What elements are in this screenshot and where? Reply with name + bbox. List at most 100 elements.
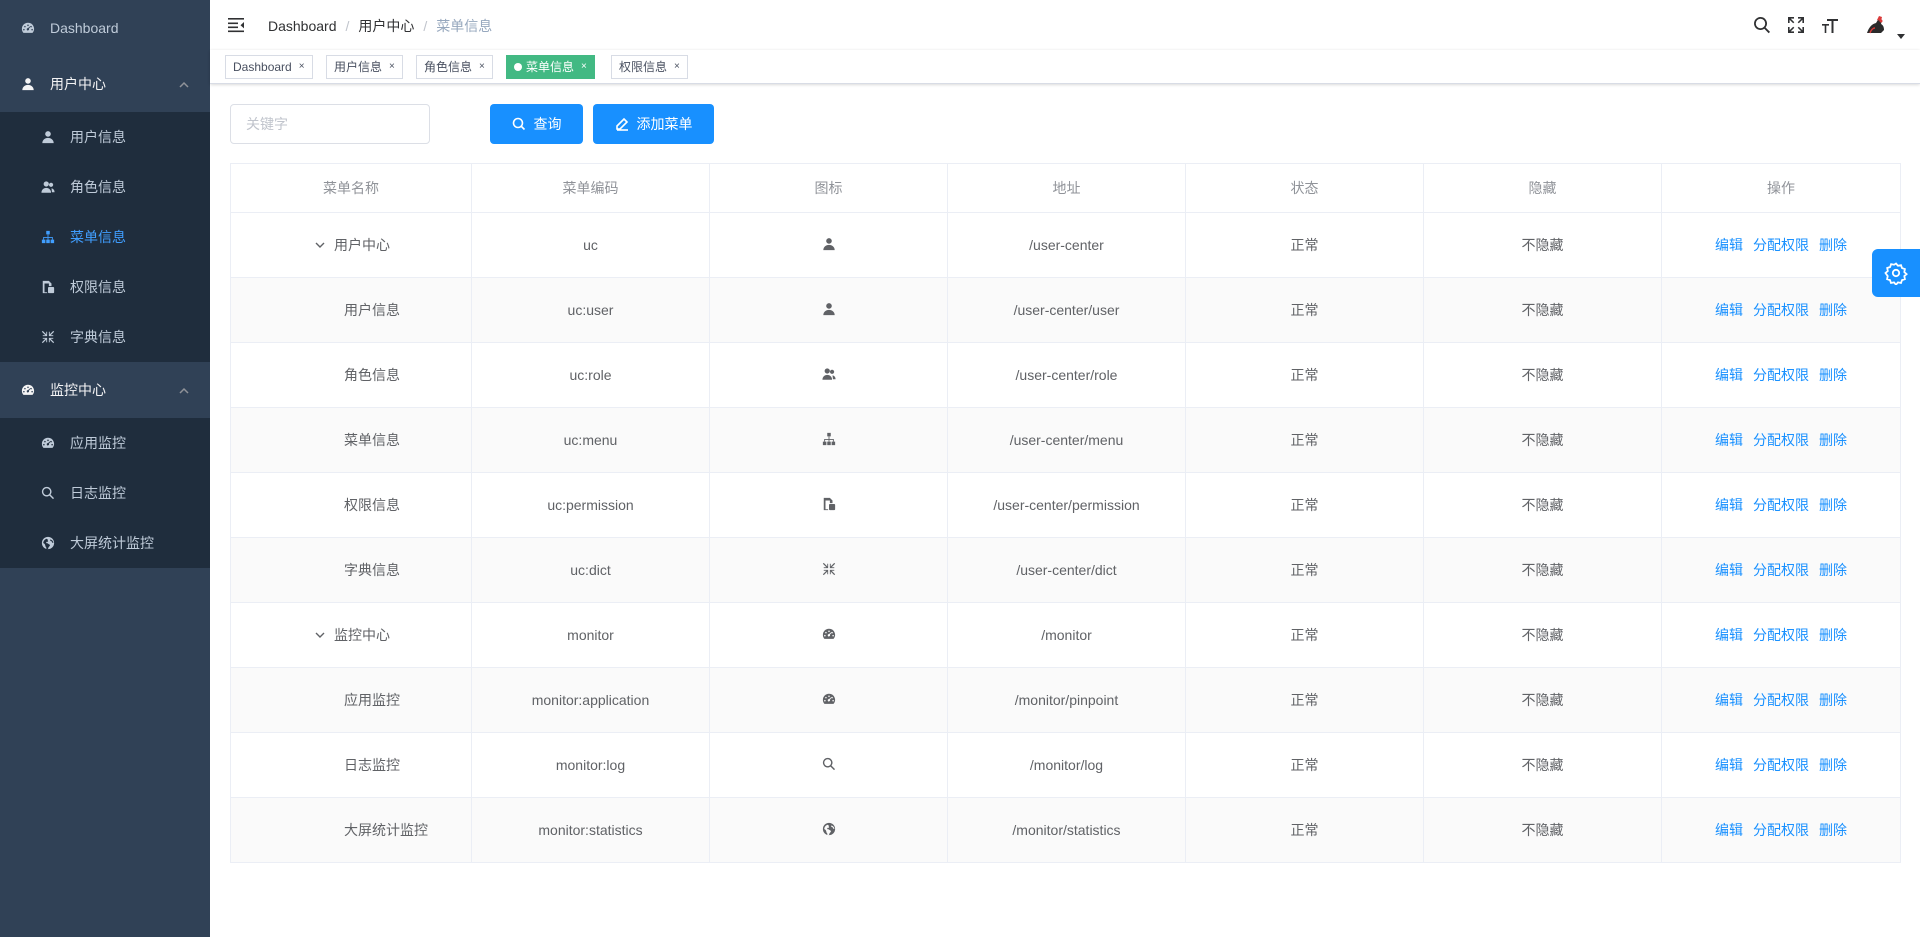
sidebar-item-permission-info[interactable]: 权限信息 xyxy=(0,262,210,312)
edit-link[interactable]: 编辑 xyxy=(1715,237,1743,253)
permission-icon xyxy=(40,279,56,295)
sidebar-item-dashboard[interactable]: Dashboard xyxy=(0,0,210,56)
menu-status-cell: 正常 xyxy=(1185,602,1424,668)
assign-permission-link[interactable]: 分配权限 xyxy=(1753,757,1809,773)
navbar: Dashboard / 用户中心 / 菜单信息 xyxy=(210,0,1920,50)
settings-button[interactable] xyxy=(1872,249,1920,297)
edit-link[interactable]: 编辑 xyxy=(1715,692,1743,708)
menu-status-cell: 正常 xyxy=(1185,407,1424,473)
assign-permission-link[interactable]: 分配权限 xyxy=(1753,497,1809,513)
sidebar-item-label: 菜单信息 xyxy=(70,229,126,245)
assign-permission-link[interactable]: 分配权限 xyxy=(1753,627,1809,643)
font-size-icon[interactable] xyxy=(1820,15,1840,35)
menu-icon-cell xyxy=(709,277,948,343)
edit-link[interactable]: 编辑 xyxy=(1715,562,1743,578)
sidebar-item-menu-info[interactable]: 菜单信息 xyxy=(0,212,210,262)
menu-name: 应用监控 xyxy=(344,692,400,708)
query-button[interactable]: 查询 xyxy=(490,104,583,144)
chevron-down-icon[interactable] xyxy=(314,629,326,641)
menu-hidden-cell: 不隐藏 xyxy=(1423,797,1662,863)
delete-link[interactable]: 删除 xyxy=(1819,302,1847,318)
menu-status-cell: 正常 xyxy=(1185,797,1424,863)
dashboard-icon xyxy=(822,693,836,709)
menu-path-cell: /monitor/statistics xyxy=(947,797,1186,863)
assign-permission-link[interactable]: 分配权限 xyxy=(1753,692,1809,708)
avatar[interactable] xyxy=(1860,10,1890,40)
breadcrumb-separator: / xyxy=(423,18,428,34)
delete-link[interactable]: 删除 xyxy=(1819,432,1847,448)
table-header-row: 菜单名称 菜单编码 图标 地址 状态 隐藏 操作 xyxy=(230,163,1901,213)
menu-status-cell: 正常 xyxy=(1185,212,1424,278)
breadcrumb-item-user-center[interactable]: 用户中心 xyxy=(358,16,414,36)
menu-icon-cell xyxy=(709,212,948,278)
dashboard-icon xyxy=(822,628,836,644)
close-icon[interactable]: × xyxy=(581,56,587,78)
assign-permission-link[interactable]: 分配权限 xyxy=(1753,562,1809,578)
actions-cell: 编辑 分配权限 删除 xyxy=(1661,212,1901,278)
close-icon[interactable]: × xyxy=(299,56,305,78)
edit-link[interactable]: 编辑 xyxy=(1715,822,1743,838)
submenu-label: 用户中心 xyxy=(50,76,106,92)
sidebar-item-user-info[interactable]: 用户信息 xyxy=(0,112,210,162)
fullscreen-icon[interactable] xyxy=(1786,15,1806,35)
submenu-monitor-center[interactable]: 监控中心 xyxy=(0,362,210,418)
tag-label: 用户信息 xyxy=(334,60,383,74)
menu-path-cell: /monitor xyxy=(947,602,1186,668)
actions-cell: 编辑 分配权限 删除 xyxy=(1661,472,1901,538)
delete-link[interactable]: 删除 xyxy=(1819,367,1847,383)
actions-cell: 编辑 分配权限 删除 xyxy=(1661,667,1901,733)
edit-link[interactable]: 编辑 xyxy=(1715,367,1743,383)
tree-icon xyxy=(822,432,836,449)
edit-link[interactable]: 编辑 xyxy=(1715,627,1743,643)
close-icon[interactable]: × xyxy=(389,56,395,78)
hamburger-icon[interactable] xyxy=(227,16,245,34)
assign-permission-link[interactable]: 分配权限 xyxy=(1753,367,1809,383)
sidebar-item-role-info[interactable]: 角色信息 xyxy=(0,162,210,212)
keyword-input[interactable] xyxy=(230,104,430,144)
edit-link[interactable]: 编辑 xyxy=(1715,432,1743,448)
edit-link[interactable]: 编辑 xyxy=(1715,757,1743,773)
assign-permission-link[interactable]: 分配权限 xyxy=(1753,302,1809,318)
delete-link[interactable]: 删除 xyxy=(1819,562,1847,578)
delete-link[interactable]: 删除 xyxy=(1819,692,1847,708)
tag-dashboard[interactable]: Dashboard × xyxy=(225,55,313,79)
sidebar-item-app-monitor[interactable]: 应用监控 xyxy=(0,418,210,468)
close-icon[interactable]: × xyxy=(479,56,485,78)
tag-user-info[interactable]: 用户信息 × xyxy=(326,55,403,79)
chevron-down-icon[interactable] xyxy=(314,239,326,251)
delete-link[interactable]: 删除 xyxy=(1819,497,1847,513)
edit-link[interactable]: 编辑 xyxy=(1715,497,1743,513)
delete-link[interactable]: 删除 xyxy=(1819,627,1847,643)
menu-name-cell: 用户中心 xyxy=(230,212,472,278)
tag-permission-info[interactable]: 权限信息 × xyxy=(611,55,688,79)
tag-menu-info[interactable]: 菜单信息 × xyxy=(506,55,595,79)
caret-down-icon[interactable] xyxy=(1896,28,1906,39)
assign-permission-link[interactable]: 分配权限 xyxy=(1753,822,1809,838)
delete-link[interactable]: 删除 xyxy=(1819,822,1847,838)
assign-permission-link[interactable]: 分配权限 xyxy=(1753,237,1809,253)
add-menu-button[interactable]: 添加菜单 xyxy=(593,104,714,144)
tag-role-info[interactable]: 角色信息 × xyxy=(416,55,493,79)
user-icon xyxy=(20,76,36,92)
delete-link[interactable]: 删除 xyxy=(1819,237,1847,253)
sidebar-item-dict-info[interactable]: 字典信息 xyxy=(0,312,210,362)
edit-link[interactable]: 编辑 xyxy=(1715,302,1743,318)
breadcrumb-item-dashboard[interactable]: Dashboard xyxy=(268,18,337,34)
peoples-icon xyxy=(821,367,836,384)
menu-icon-cell xyxy=(709,797,948,863)
sidebar-item-log-monitor[interactable]: 日志监控 xyxy=(0,468,210,518)
submenu-user-center[interactable]: 用户中心 xyxy=(0,56,210,112)
search-icon[interactable] xyxy=(1752,15,1772,35)
table-row: 权限信息 uc:permission/user-center/permission… xyxy=(230,472,1901,538)
menu-name: 菜单信息 xyxy=(344,432,400,448)
sidebar-item-statistics-monitor[interactable]: 大屏统计监控 xyxy=(0,518,210,568)
menu-name-cell: 字典信息 xyxy=(230,537,472,603)
close-icon[interactable]: × xyxy=(674,56,680,78)
menu-name: 日志监控 xyxy=(344,757,400,773)
delete-link[interactable]: 删除 xyxy=(1819,757,1847,773)
assign-permission-link[interactable]: 分配权限 xyxy=(1753,432,1809,448)
menu-path-cell: /user-center/user xyxy=(947,277,1186,343)
menu-name-cell: 菜单信息 xyxy=(230,407,472,473)
menu-code-cell: uc:user xyxy=(471,277,710,343)
column-header: 操作 xyxy=(1661,163,1901,213)
